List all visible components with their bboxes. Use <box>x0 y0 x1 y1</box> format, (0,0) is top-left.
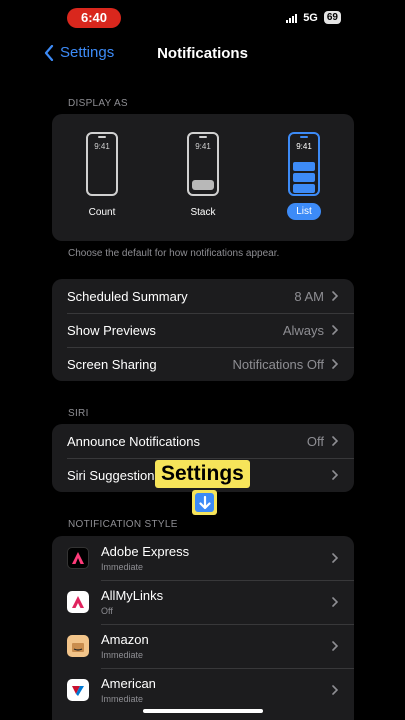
navigation-bar: Settings Notifications <box>0 38 405 70</box>
app-row-american[interactable]: American Immediate <box>52 668 354 712</box>
chevron-right-icon <box>332 597 338 607</box>
row-value: 8 AM <box>294 288 324 304</box>
display-option-stack[interactable]: 9:41 Stack <box>173 132 233 218</box>
chevron-right-icon <box>332 685 338 695</box>
display-option-label: Count <box>88 207 116 218</box>
american-airlines-icon <box>67 679 89 701</box>
display-option-label: Stack <box>190 207 216 218</box>
home-indicator[interactable] <box>143 709 263 713</box>
cellular-signal-icon <box>286 13 298 23</box>
allmylinks-icon <box>67 591 89 613</box>
chevron-right-icon <box>332 641 338 651</box>
row-label: Show Previews <box>67 322 156 338</box>
row-show-previews[interactable]: Show Previews Always <box>52 313 354 347</box>
adobe-express-icon <box>67 547 89 569</box>
general-settings-group: Scheduled Summary 8 AM Show Previews Alw… <box>52 279 354 381</box>
caption-overlay: Settings <box>155 460 250 488</box>
battery-icon: 69 <box>323 11 341 24</box>
row-label: Screen Sharing <box>67 356 157 372</box>
stack-phone-icon: 9:41 <box>187 132 219 196</box>
network-type: 5G <box>303 11 318 24</box>
amazon-icon <box>67 635 89 657</box>
app-row-amazon[interactable]: Amazon Immediate <box>52 624 354 668</box>
app-name: Adobe Express <box>101 544 190 559</box>
display-option-count[interactable]: 9:41 Count <box>72 132 132 218</box>
app-name: AllMyLinks <box>101 588 164 603</box>
chevron-right-icon <box>332 359 338 369</box>
app-detail: Immediate <box>101 562 144 572</box>
siri-header: SIRI <box>68 408 89 419</box>
status-bar: 6:40 5G 69 <box>0 0 405 36</box>
row-value: Always <box>282 322 324 338</box>
display-as-header: DISPLAY AS <box>68 98 128 109</box>
app-name: Amazon <box>101 632 149 647</box>
chevron-right-icon <box>332 291 338 301</box>
chevron-right-icon <box>332 436 338 446</box>
status-time: 6:40 <box>67 8 121 28</box>
display-option-label-selected: List <box>287 203 321 220</box>
status-indicators: 5G 69 <box>286 11 341 24</box>
chevron-right-icon <box>332 553 338 563</box>
app-detail: Immediate <box>101 694 144 704</box>
row-value: Off <box>306 433 324 449</box>
count-phone-icon: 9:41 <box>86 132 118 196</box>
display-as-footnote: Choose the default for how notifications… <box>68 248 280 259</box>
list-phone-icon: 9:41 <box>288 132 320 196</box>
row-label: Announce Notifications <box>67 433 200 449</box>
row-value: Notifications Off <box>232 356 324 372</box>
chevron-right-icon <box>332 325 338 335</box>
row-label: Scheduled Summary <box>67 288 188 304</box>
app-row-allmylinks[interactable]: AllMyLinks Off <box>52 580 354 624</box>
display-option-list[interactable]: 9:41 List <box>274 132 334 220</box>
row-screen-sharing[interactable]: Screen Sharing Notifications Off <box>52 347 354 381</box>
row-announce-notifications[interactable]: Announce Notifications Off <box>52 424 354 458</box>
down-arrow-icon <box>192 490 217 515</box>
row-scheduled-summary[interactable]: Scheduled Summary 8 AM <box>52 279 354 313</box>
app-detail: Immediate <box>101 650 144 660</box>
app-name: American <box>101 676 156 691</box>
chevron-right-icon <box>332 470 338 480</box>
notification-style-group: Adobe Express Immediate AllMyLinks Off A… <box>52 536 354 720</box>
display-as-card: 9:41 Count 9:41 Stack 9:41 List <box>52 114 354 241</box>
page-title: Notifications <box>157 45 248 62</box>
app-row-adobe-express[interactable]: Adobe Express Immediate <box>52 536 354 580</box>
notification-style-header: NOTIFICATION STYLE <box>68 519 178 530</box>
app-detail: Off <box>101 606 113 616</box>
